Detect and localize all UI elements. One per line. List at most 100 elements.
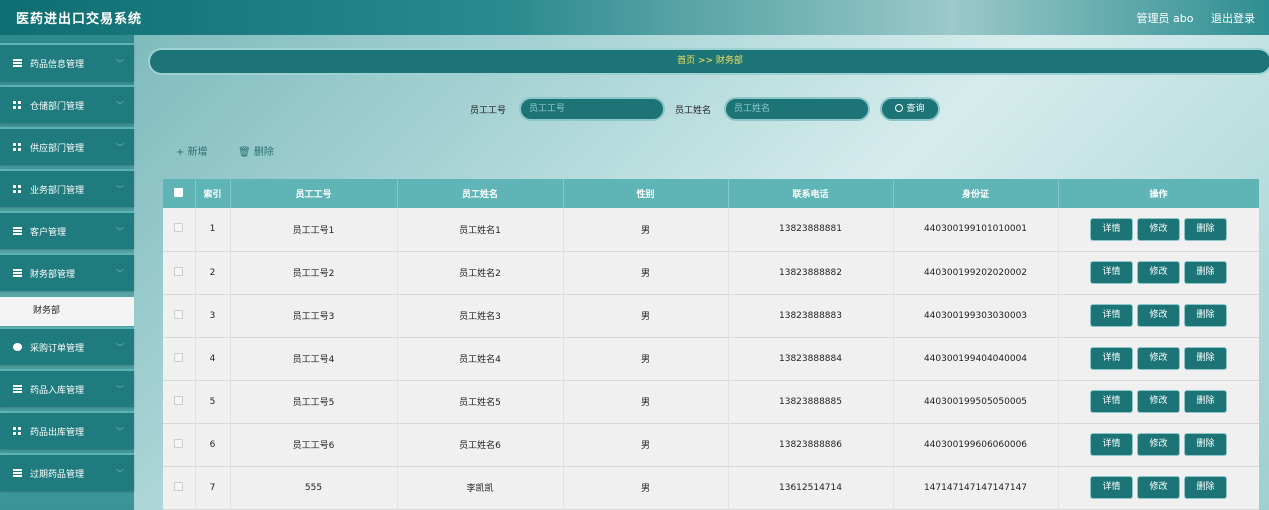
cell-employee-name: 员工姓名6 bbox=[397, 423, 564, 466]
sidebar-item-label: 采购订单管理 bbox=[30, 343, 85, 354]
checkbox[interactable] bbox=[174, 309, 184, 319]
employee-table: 索引 员工工号 员工姓名 性别 联系电话 身份证 操作 1 员工工号1 员工姓名… bbox=[163, 179, 1259, 510]
row-delete-button[interactable]: 删除 bbox=[1185, 348, 1226, 369]
app-title: 医药进出口交易系统 bbox=[16, 12, 143, 27]
cell-employee-name: 李凯凯 bbox=[397, 466, 564, 509]
trash-icon: 🗑 bbox=[238, 147, 251, 158]
edit-button[interactable]: 修改 bbox=[1138, 348, 1179, 369]
cell-gender: 男 bbox=[563, 294, 729, 337]
user-area: 管理员 abo 退出登录 bbox=[1123, 10, 1255, 26]
sidebar-item-customer[interactable]: 客户管理 ﹀ bbox=[0, 211, 134, 249]
column-header: 身份证 bbox=[893, 179, 1059, 208]
cell-phone: 13823888883 bbox=[728, 294, 894, 337]
row-delete-button[interactable]: 删除 bbox=[1185, 218, 1226, 240]
list-icon bbox=[13, 227, 22, 235]
detail-button[interactable]: 详情 bbox=[1091, 348, 1132, 369]
sidebar-item-label: 药品出库管理 bbox=[30, 427, 85, 438]
add-button[interactable]: + 新增 bbox=[176, 143, 208, 158]
checkbox[interactable] bbox=[174, 352, 184, 362]
search-icon bbox=[895, 104, 904, 112]
top-bar: 医药进出口交易系统 管理员 abo 退出登录 bbox=[0, 0, 1269, 35]
cell-gender: 男 bbox=[563, 337, 729, 380]
row-delete-button[interactable]: 删除 bbox=[1185, 305, 1226, 326]
edit-button[interactable]: 修改 bbox=[1138, 477, 1179, 498]
cell-phone: 13823888881 bbox=[728, 208, 894, 251]
cell-id-card: 440300199202020002 bbox=[893, 251, 1059, 294]
user-name: 管理员 abo bbox=[1136, 12, 1194, 25]
row-delete-button[interactable]: 删除 bbox=[1185, 262, 1226, 283]
detail-button[interactable]: 详情 bbox=[1091, 262, 1132, 283]
row-delete-button[interactable]: 删除 bbox=[1185, 434, 1226, 455]
row-checkbox[interactable] bbox=[163, 208, 196, 251]
checkbox[interactable] bbox=[174, 223, 184, 233]
edit-button[interactable]: 修改 bbox=[1138, 391, 1179, 412]
row-delete-button[interactable]: 删除 bbox=[1185, 477, 1226, 498]
row-checkbox[interactable] bbox=[163, 380, 196, 423]
column-header: 索引 bbox=[195, 179, 231, 208]
cell-actions: 详情 修改 删除 bbox=[1058, 466, 1259, 509]
row-delete-button[interactable]: 删除 bbox=[1185, 391, 1226, 412]
cell-employee-name: 员工姓名3 bbox=[397, 294, 564, 337]
row-checkbox[interactable] bbox=[163, 294, 196, 337]
edit-button[interactable]: 修改 bbox=[1138, 434, 1179, 455]
cell-id-card: 440300199101010001 bbox=[893, 208, 1059, 251]
table-row: 3 员工工号3 员工姓名3 男 13823888883 440300199303… bbox=[163, 294, 1259, 337]
cell-employee-id: 555 bbox=[230, 466, 398, 509]
search-button-label: 查询 bbox=[906, 104, 925, 114]
breadcrumb: 首页 >> 财务部 bbox=[148, 48, 1269, 75]
employee-name-input[interactable] bbox=[724, 97, 870, 121]
detail-button[interactable]: 详情 bbox=[1091, 477, 1132, 498]
detail-button[interactable]: 详情 bbox=[1091, 218, 1132, 240]
chevron-down-icon: ﹀ bbox=[116, 184, 124, 194]
column-header: 员工姓名 bbox=[397, 179, 564, 208]
edit-button[interactable]: 修改 bbox=[1138, 262, 1179, 283]
cell-employee-id: 员工工号2 bbox=[230, 251, 398, 294]
delete-button-label: 删除 bbox=[253, 147, 274, 158]
checkbox[interactable] bbox=[174, 438, 184, 448]
edit-button[interactable]: 修改 bbox=[1138, 218, 1179, 240]
employee-id-input[interactable] bbox=[519, 97, 665, 121]
logout-link[interactable]: 退出登录 bbox=[1211, 12, 1255, 25]
cell-employee-id: 员工工号4 bbox=[230, 337, 398, 380]
cell-actions: 详情 修改 删除 bbox=[1058, 380, 1259, 423]
row-checkbox[interactable] bbox=[163, 251, 196, 294]
delete-button[interactable]: 🗑 删除 bbox=[238, 143, 274, 158]
sidebar-subitem-finance[interactable]: 财务部 bbox=[0, 297, 134, 326]
sidebar-item-expired[interactable]: 过期药品管理 ﹀ bbox=[0, 453, 134, 491]
cell-phone: 13823888884 bbox=[728, 337, 894, 380]
grid-icon bbox=[13, 185, 22, 193]
sidebar-item-drug-info[interactable]: 药品信息管理 ﹀ bbox=[0, 43, 134, 81]
row-checkbox[interactable] bbox=[163, 423, 196, 466]
column-header: 员工工号 bbox=[230, 179, 398, 208]
search-bar: 员工工号 员工姓名 查询 bbox=[0, 97, 1269, 121]
edit-button[interactable]: 修改 bbox=[1138, 305, 1179, 326]
search-button[interactable]: 查询 bbox=[880, 97, 940, 121]
row-checkbox[interactable] bbox=[163, 466, 196, 509]
checkbox[interactable] bbox=[174, 481, 184, 491]
checkbox[interactable] bbox=[174, 395, 184, 405]
cell-employee-id: 员工工号1 bbox=[230, 208, 398, 251]
chevron-down-icon: ﹀ bbox=[116, 58, 124, 68]
sidebar-item-stock-in[interactable]: 药品入库管理 ﹀ bbox=[0, 369, 134, 407]
sidebar-item-business[interactable]: 业务部门管理 ﹀ bbox=[0, 169, 134, 207]
employee-id-label: 员工工号 bbox=[470, 106, 507, 116]
cell-employee-id: 员工工号5 bbox=[230, 380, 398, 423]
cell-id-card: 440300199404040004 bbox=[893, 337, 1059, 380]
row-checkbox[interactable] bbox=[163, 337, 196, 380]
checkbox[interactable] bbox=[174, 187, 184, 197]
cell-actions: 详情 修改 删除 bbox=[1058, 423, 1259, 466]
sidebar-item-purchase[interactable]: 采购订单管理 ﹀ bbox=[0, 327, 134, 365]
detail-button[interactable]: 详情 bbox=[1091, 305, 1132, 326]
checkbox[interactable] bbox=[174, 266, 184, 276]
sidebar-item-stock-out[interactable]: 药品出库管理 ﹀ bbox=[0, 411, 134, 449]
grid-icon bbox=[13, 427, 22, 435]
detail-button[interactable]: 详情 bbox=[1091, 391, 1132, 412]
sidebar-item-supply[interactable]: 供应部门管理 ﹀ bbox=[0, 127, 134, 165]
sidebar-item-finance[interactable]: 财务部管理 ﹀ bbox=[0, 253, 134, 291]
cell-actions: 详情 修改 删除 bbox=[1058, 208, 1259, 251]
grid-icon bbox=[13, 143, 22, 151]
cell-index: 5 bbox=[195, 380, 231, 423]
select-all-checkbox[interactable] bbox=[163, 179, 196, 208]
column-header: 操作 bbox=[1058, 179, 1259, 208]
detail-button[interactable]: 详情 bbox=[1091, 434, 1132, 455]
